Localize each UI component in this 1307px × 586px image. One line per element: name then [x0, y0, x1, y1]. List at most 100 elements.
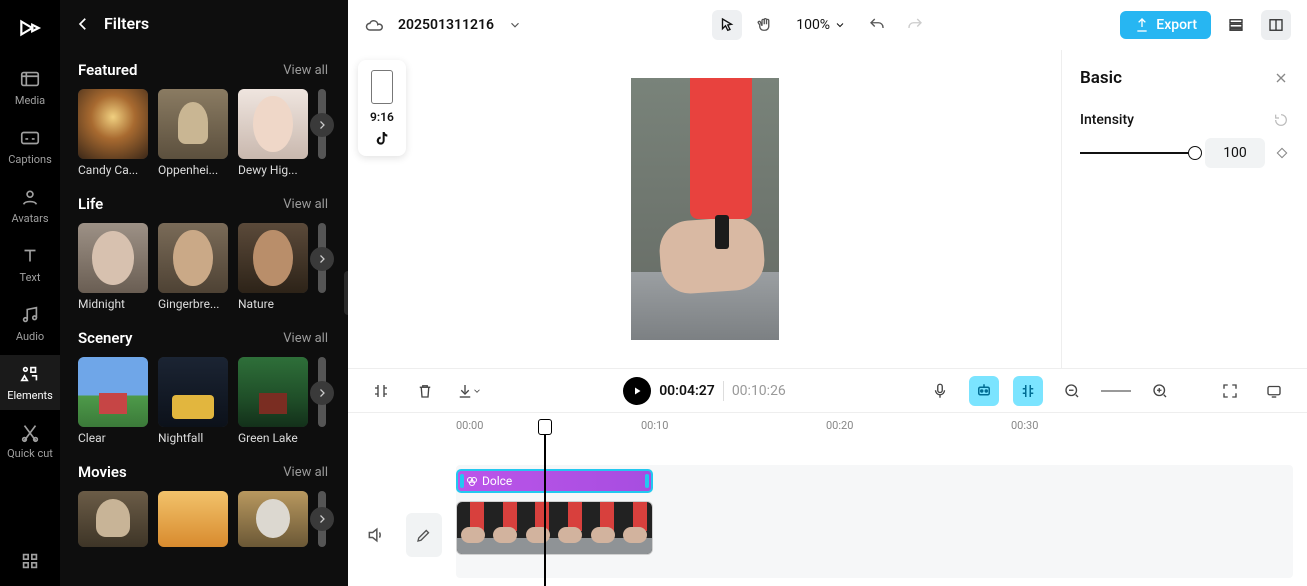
- timeline-tracks[interactable]: 00:00 00:10 00:20 00:30 Dolce: [348, 412, 1307, 586]
- track-mute-icon[interactable]: [358, 513, 394, 557]
- app-logo[interactable]: [12, 10, 48, 46]
- rail-media[interactable]: Media: [0, 60, 60, 115]
- rail-avatars[interactable]: Avatars: [0, 178, 60, 233]
- zoom-track[interactable]: [1101, 390, 1131, 392]
- undo-button[interactable]: [862, 10, 892, 40]
- thumb-label: Nature: [238, 297, 308, 311]
- zoom-select[interactable]: 100%: [796, 17, 846, 33]
- play-button[interactable]: [623, 377, 651, 405]
- inspector-title: Basic: [1080, 68, 1122, 88]
- rail-elements[interactable]: Elements: [0, 355, 60, 410]
- thumb-label: Green Lake: [238, 431, 308, 445]
- scroll-next-icon[interactable]: [310, 381, 334, 405]
- filter-thumb[interactable]: Oppenhei...: [158, 89, 228, 177]
- rail-label: Quick cut: [7, 448, 53, 460]
- rail-label: Captions: [8, 153, 52, 166]
- export-label: Export: [1156, 17, 1197, 33]
- rail-label: Audio: [16, 330, 44, 343]
- rail-captions[interactable]: Captions: [0, 119, 60, 174]
- ruler-mark: 00:00: [456, 419, 483, 432]
- layout-split-icon[interactable]: [1261, 10, 1291, 40]
- track-edit-icon[interactable]: [406, 513, 442, 557]
- view-all-link[interactable]: View all: [283, 63, 328, 78]
- filter-thumb[interactable]: Midnight: [78, 223, 148, 311]
- zoom-out-icon[interactable]: [1057, 376, 1087, 406]
- category-movies: Movies View all: [78, 463, 348, 547]
- split-icon[interactable]: [366, 376, 396, 406]
- filter-thumb[interactable]: [78, 491, 148, 547]
- auto-caption-icon[interactable]: [969, 376, 999, 406]
- clip-handle-right[interactable]: [645, 474, 649, 488]
- video-clip[interactable]: [456, 501, 653, 555]
- filter-thumb[interactable]: [158, 491, 228, 547]
- scroll-next-icon[interactable]: [310, 507, 334, 531]
- filter-thumb[interactable]: Dewy Hig...: [238, 89, 308, 177]
- rail-text[interactable]: Text: [0, 237, 60, 292]
- thumb-label: Gingerbre...: [158, 297, 228, 311]
- fit-icon[interactable]: [1215, 376, 1245, 406]
- aspect-ratio-card[interactable]: 9:16: [358, 60, 406, 156]
- category-featured: Featured View all Candy Ca... Oppenhei..…: [78, 61, 348, 177]
- main-area: 202501311216 100% Export 9:16: [348, 0, 1307, 586]
- scroll-next-icon[interactable]: [310, 113, 334, 137]
- canvas[interactable]: 9:16: [348, 50, 1061, 368]
- rail-quickcut[interactable]: Quick cut: [0, 414, 60, 468]
- magnet-icon[interactable]: [1013, 376, 1043, 406]
- time-ruler[interactable]: 00:00 00:10 00:20 00:30: [456, 419, 1293, 439]
- rail-audio[interactable]: Audio: [0, 296, 60, 351]
- close-icon[interactable]: [1273, 70, 1289, 86]
- filter-thumb[interactable]: [238, 491, 308, 547]
- category-life: Life View all Midnight Gingerbre... Natu…: [78, 195, 348, 311]
- clip-handle-left[interactable]: [460, 474, 464, 488]
- rail-label: Avatars: [11, 212, 48, 225]
- filters-panel: Filters Featured View all Candy Ca... Op…: [60, 0, 348, 586]
- panel-title: Filters: [104, 14, 149, 33]
- delete-icon[interactable]: [410, 376, 440, 406]
- hand-tool[interactable]: [750, 10, 780, 40]
- ruler-mark: 00:10: [641, 419, 668, 432]
- project-name[interactable]: 202501311216: [398, 17, 494, 33]
- zoom-in-icon[interactable]: [1145, 376, 1175, 406]
- reset-icon[interactable]: [1273, 112, 1289, 128]
- view-all-link[interactable]: View all: [283, 465, 328, 480]
- left-rail: Media Captions Avatars Text Audio Elemen…: [0, 0, 60, 586]
- aspect-ratio-icon: [371, 70, 393, 104]
- view-all-link[interactable]: View all: [283, 331, 328, 346]
- category-title: Movies: [78, 463, 127, 481]
- preview-icon[interactable]: [1259, 376, 1289, 406]
- cloud-icon[interactable]: [364, 15, 384, 35]
- playhead[interactable]: [544, 419, 546, 586]
- chevron-down-icon[interactable]: [508, 18, 522, 32]
- filter-clip[interactable]: Dolce: [456, 469, 653, 493]
- mic-icon[interactable]: [925, 376, 955, 406]
- filter-thumb[interactable]: Candy Ca...: [78, 89, 148, 177]
- download-icon[interactable]: [454, 376, 484, 406]
- filter-thumb[interactable]: Gingerbre...: [158, 223, 228, 311]
- thumb-label: Candy Ca...: [78, 163, 148, 177]
- divider: [723, 381, 724, 401]
- filter-thumb[interactable]: Nightfall: [158, 357, 228, 445]
- intensity-value[interactable]: 100: [1205, 138, 1265, 168]
- intensity-label: Intensity: [1080, 112, 1134, 128]
- keyframe-icon[interactable]: [1275, 146, 1289, 160]
- filter-thumb[interactable]: Green Lake: [238, 357, 308, 445]
- thumb-label: Oppenhei...: [158, 163, 228, 177]
- export-button[interactable]: Export: [1120, 11, 1211, 39]
- inspector-panel: Basic Intensity 100: [1061, 50, 1307, 368]
- back-icon[interactable]: [74, 15, 92, 33]
- view-all-link[interactable]: View all: [283, 197, 328, 212]
- thumb-label: Dewy Hig...: [238, 163, 308, 177]
- redo-button[interactable]: [900, 10, 930, 40]
- rail-label: Text: [20, 271, 41, 284]
- intensity-slider[interactable]: [1080, 145, 1195, 161]
- time-current: 00:04:27: [659, 383, 715, 399]
- rail-label: Elements: [7, 389, 53, 402]
- rail-more[interactable]: [0, 542, 60, 586]
- filter-thumb[interactable]: Clear: [78, 357, 148, 445]
- filter-thumb[interactable]: Nature: [238, 223, 308, 311]
- category-title: Life: [78, 195, 103, 213]
- cursor-tool[interactable]: [712, 10, 742, 40]
- video-preview: [631, 78, 779, 340]
- scroll-next-icon[interactable]: [310, 247, 334, 271]
- layout-stack-icon[interactable]: [1221, 10, 1251, 40]
